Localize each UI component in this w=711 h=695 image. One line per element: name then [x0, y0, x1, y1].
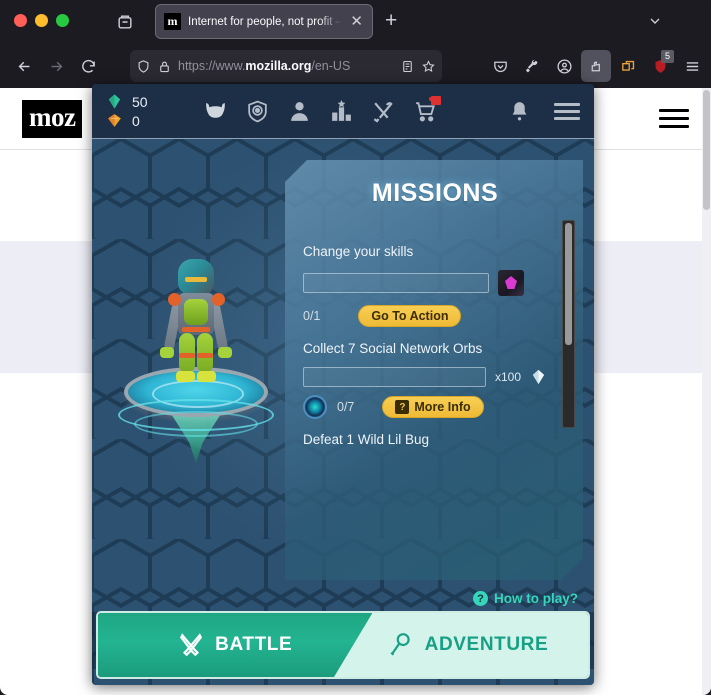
loot-crate-icon	[498, 270, 524, 296]
gem-orange-icon	[108, 114, 121, 127]
missions-title: MISSIONS	[371, 179, 499, 207]
hamburger-menu-icon[interactable]	[677, 50, 707, 82]
orb-icon	[303, 395, 327, 419]
currency-orange-value: 0	[132, 112, 140, 129]
toolbar-extensions: 5	[485, 50, 707, 82]
list-all-tabs-icon[interactable]	[647, 13, 663, 32]
currency-green: 50	[106, 93, 182, 110]
mission-name: Change your skills	[303, 244, 414, 259]
creature-icon[interactable]	[202, 98, 228, 124]
game-mode-tabs: BATTLE ADVENTURE	[96, 611, 590, 679]
currency-green-value: 50	[132, 93, 148, 110]
tools-icon[interactable]	[370, 98, 396, 124]
browser-tab[interactable]: m Internet for people, not profit — ✕	[155, 4, 373, 39]
url-text: https://www.mozilla.org/en-US	[178, 59, 351, 73]
close-window-button[interactable]	[14, 14, 27, 27]
more-info-button[interactable]: ? More Info	[382, 396, 483, 418]
mission-progress-bar	[303, 367, 486, 387]
bug-net-icon	[390, 633, 410, 656]
mozilla-logo: moz	[22, 99, 83, 138]
extension-badge-count: 5	[661, 50, 674, 63]
game-right-icons	[506, 98, 580, 124]
mission-name: Collect 7 Social Network Orbs	[303, 341, 483, 356]
mission-name: Defeat 1 Wild Lil Bug	[303, 432, 430, 447]
currency-display: 50 0	[106, 93, 182, 129]
extension-thumb-icon[interactable]	[581, 50, 611, 82]
mission-item: Collect 7 Social Network Orbs x100 0/7 ?	[303, 329, 547, 420]
site-menu-icon[interactable]	[659, 104, 689, 133]
missions-scrollbar[interactable]	[562, 220, 575, 428]
gem-green-icon	[530, 367, 547, 387]
tab-battle-label: BATTLE	[215, 634, 293, 655]
close-tab-icon[interactable]: ✕	[349, 14, 364, 29]
tab-battle[interactable]: BATTLE	[98, 613, 373, 677]
leaderboard-icon[interactable]	[328, 98, 354, 124]
notifications-bell-icon[interactable]	[506, 98, 532, 124]
how-to-play-link[interactable]: ? How to play?	[473, 591, 578, 606]
gem-green-icon	[108, 94, 121, 109]
go-to-action-label: Go To Action	[371, 309, 449, 323]
crossed-swords-icon	[180, 633, 203, 657]
tab-adventure-label: ADVENTURE	[424, 634, 549, 655]
wrench-icon[interactable]	[517, 50, 547, 82]
question-mark-icon: ?	[395, 400, 409, 414]
navigation-toolbar: https://www.mozilla.org/en-US 5	[0, 44, 711, 88]
player-character-display	[100, 249, 290, 463]
mission-item: Change your skills 0/1 Go To Action	[303, 232, 547, 329]
pocket-icon[interactable]	[485, 50, 515, 82]
currency-orange: 0	[106, 112, 182, 129]
tab-title: Internet for people, not profit —	[188, 15, 343, 28]
target-shield-icon[interactable]	[244, 98, 270, 124]
mission-progress-count: 0/1	[303, 309, 321, 323]
maximize-window-button[interactable]	[56, 14, 69, 27]
game-body: MISSIONS Change your skills 0/1 Go To Ac…	[92, 139, 594, 685]
bookmark-star-icon	[422, 59, 435, 72]
minimize-window-button[interactable]	[35, 14, 48, 27]
how-to-play-label: How to play?	[494, 591, 578, 606]
cart-notification-badge	[429, 96, 441, 105]
mission-item: Defeat 1 Wild Lil Bug	[303, 420, 547, 447]
mission-progress-count: 0/7	[337, 400, 355, 414]
game-nav-icons	[202, 96, 441, 124]
game-topbar: 50 0	[92, 84, 594, 139]
new-tab-button[interactable]: +	[385, 10, 397, 32]
shield-ext-icon[interactable]: 5	[645, 50, 675, 82]
missions-list: Change your skills 0/1 Go To Action Coll…	[303, 232, 547, 580]
robot-avatar-icon	[152, 259, 240, 382]
browser-window: m Internet for people, not profit — ✕ + …	[0, 0, 711, 695]
mission-progress-bar	[303, 273, 489, 293]
tracking-shield-icon	[138, 59, 149, 73]
firefox-view-icon[interactable]	[115, 12, 141, 34]
help-question-icon: ?	[473, 591, 488, 606]
page-scrollbar[interactable]	[702, 88, 711, 695]
tab-favicon: m	[164, 13, 181, 30]
game-menu-hamburger-icon[interactable]	[554, 99, 580, 124]
game-overlay-panel: 50 0 MISSIONS Change your skills 0/1 Go …	[92, 84, 594, 685]
titlebar: m Internet for people, not profit — ✕ +	[0, 0, 711, 44]
back-button[interactable]	[8, 50, 40, 82]
account-icon[interactable]	[549, 50, 579, 82]
shop-cart-icon[interactable]	[412, 96, 441, 124]
profile-icon[interactable]	[286, 98, 312, 124]
missions-card: MISSIONS Change your skills 0/1 Go To Ac…	[285, 160, 583, 580]
reload-button[interactable]	[72, 50, 104, 82]
go-to-action-button[interactable]: Go To Action	[358, 305, 461, 327]
reader-view-icon	[403, 60, 412, 72]
forward-button[interactable]	[40, 50, 72, 82]
windows-icon[interactable]	[613, 50, 643, 82]
lock-icon	[160, 61, 169, 72]
more-info-label: More Info	[414, 400, 471, 414]
mission-reward-multiplier: x100	[494, 370, 521, 384]
address-bar[interactable]: https://www.mozilla.org/en-US	[130, 50, 442, 82]
window-controls[interactable]	[14, 14, 69, 27]
